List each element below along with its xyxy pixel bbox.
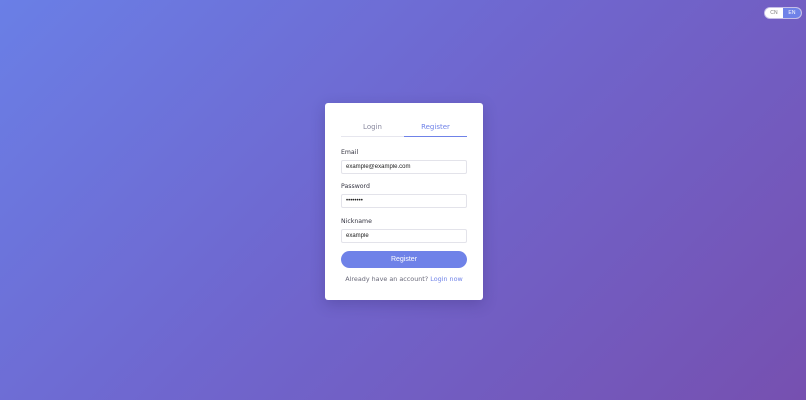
tab-login[interactable]: Login <box>341 120 404 136</box>
password-label: Password <box>341 183 370 190</box>
login-now-link[interactable]: Login now <box>430 275 462 283</box>
nickname-field[interactable] <box>341 229 467 243</box>
language-toggle[interactable]: CN EN <box>765 8 801 18</box>
language-option-cn[interactable]: CN <box>765 8 783 18</box>
email-label: Email <box>341 149 359 156</box>
nickname-label: Nickname <box>341 218 372 225</box>
login-prompt: Already have an account? Login now <box>325 275 483 283</box>
tab-register[interactable]: Register <box>404 120 467 137</box>
auth-tabs: Login Register <box>341 120 467 137</box>
register-button[interactable]: Register <box>341 251 467 268</box>
auth-card: Login Register Email Password Nickname R… <box>325 103 483 300</box>
language-option-en[interactable]: EN <box>783 8 801 18</box>
password-field[interactable] <box>341 194 467 208</box>
email-field[interactable] <box>341 160 467 174</box>
login-prompt-text: Already have an account? <box>345 275 429 283</box>
